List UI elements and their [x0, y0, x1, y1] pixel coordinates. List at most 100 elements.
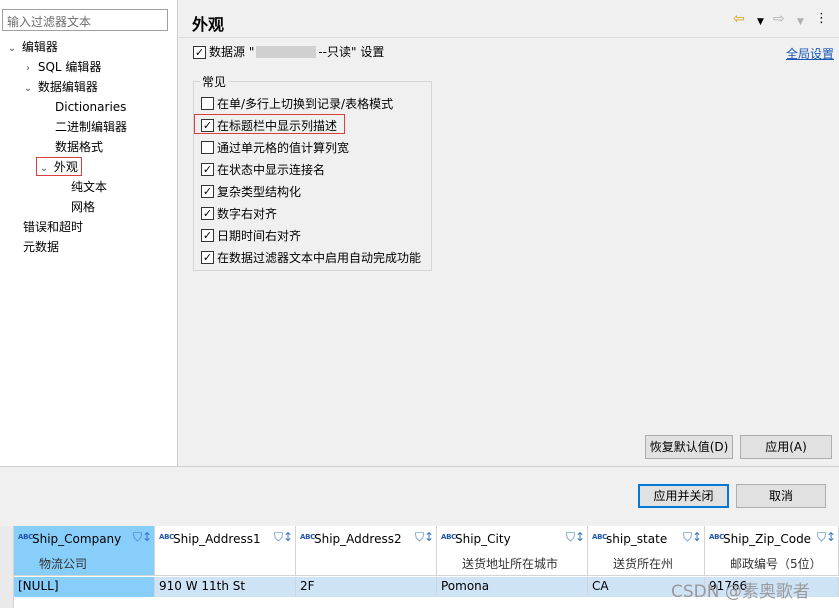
datasource-label-prefix: 数据源 ": [209, 45, 255, 59]
chevron-down-icon[interactable]: ▼: [757, 14, 764, 30]
divider: [0, 466, 839, 467]
tree-item-data-format[interactable]: 数据格式: [55, 138, 103, 156]
table-cell[interactable]: [NULL]: [14, 577, 155, 597]
option-checkbox[interactable]: ✓: [201, 229, 214, 242]
column-name: Ship_Address1: [173, 532, 261, 546]
page-title: 外观: [192, 15, 225, 34]
cell-value: CA: [592, 579, 609, 593]
table-cell[interactable]: 2F: [296, 577, 437, 597]
option-label: 在数据过滤器文本中启用自动完成功能: [217, 251, 422, 265]
option-checkbox[interactable]: [201, 97, 214, 110]
tree-item-label: 数据格式: [55, 140, 104, 154]
column-name: Ship_Company: [32, 532, 122, 546]
column-header[interactable]: ABC Ship_Zip_Code ⛉↕ 邮政编号（5位）: [705, 526, 839, 576]
arrow-right-icon[interactable]: ⇨: [773, 11, 785, 27]
row-header-strip: [0, 526, 14, 608]
column-name: Ship_Address2: [314, 532, 402, 546]
chevron-right-icon[interactable]: ›: [22, 60, 34, 78]
tree-item-sql-editor[interactable]: › SQL 编辑器: [22, 58, 101, 76]
tree-item-grid[interactable]: 网格: [71, 198, 95, 216]
column-description: 邮政编号（5位）: [730, 557, 822, 571]
cell-value: 2F: [300, 579, 315, 593]
chevron-down-icon[interactable]: ⌄: [22, 80, 34, 98]
apply-button[interactable]: 应用(A): [740, 435, 832, 459]
option-checkbox[interactable]: ✓: [201, 119, 214, 132]
redacted-datasource-name: [256, 46, 317, 58]
cancel-button[interactable]: 取消: [736, 484, 826, 508]
option-checkbox[interactable]: ✓: [201, 163, 214, 176]
column-header[interactable]: ABC ship_state ⛉↕ 送货所在州: [588, 526, 705, 576]
option-label: 日期时间右对齐: [217, 229, 302, 243]
tree-item-metadata[interactable]: 元数据: [23, 238, 59, 256]
filter-input[interactable]: 输入过滤器文本: [2, 9, 168, 31]
option-label: 在单/多行上切换到记录/表格模式: [217, 97, 394, 111]
tree-item-label: Dictionaries: [55, 100, 127, 114]
tree-item-label: SQL 编辑器: [37, 60, 102, 74]
option-label: 在状态中显示连接名: [217, 163, 326, 177]
column-name: Ship_Zip_Code: [723, 532, 812, 546]
text-type-icon: ABC: [709, 533, 724, 541]
column-header[interactable]: ABC Ship_Address2 ⛉↕: [296, 526, 437, 576]
more-vertical-icon[interactable]: ⋮: [815, 11, 828, 27]
global-settings-link[interactable]: 全局设置: [786, 45, 834, 62]
column-description: 送货地址所在城市: [462, 557, 559, 571]
divider: [179, 37, 839, 38]
datasource-settings-checkbox[interactable]: ✓: [193, 46, 206, 59]
tree-item-dictionaries[interactable]: Dictionaries: [55, 98, 126, 116]
tree-item-errors-timeouts[interactable]: 错误和超时: [23, 218, 83, 236]
tree-item-label: 元数据: [23, 240, 60, 254]
group-title: 常见: [200, 73, 229, 90]
text-type-icon: ABC: [159, 533, 174, 541]
tree-item-binary-editor[interactable]: 二进制编辑器: [55, 118, 127, 136]
tree-item-plain-text[interactable]: 纯文本: [71, 178, 107, 196]
column-header[interactable]: ABC Ship_Company ⛉↕ 物流公司: [14, 526, 155, 576]
column-header[interactable]: ABC Ship_City ⛉↕ 送货地址所在城市: [437, 526, 588, 576]
tree-item-editor[interactable]: ⌄ 编辑器: [6, 38, 58, 56]
datasource-label-suffix: --只读" 设置: [318, 45, 385, 59]
filter-icon[interactable]: ⛉↕: [817, 530, 836, 545]
restore-defaults-button[interactable]: 恢复默认值(D): [645, 435, 733, 459]
watermark: CSDN @素奥歌者: [671, 582, 810, 602]
tree-item-label: 二进制编辑器: [55, 120, 128, 134]
filter-icon[interactable]: ⛉↕: [683, 530, 702, 545]
text-type-icon: ABC: [18, 533, 33, 541]
preferences-window: { "filter": { "placeholder": "输入过滤器文本" }…: [0, 0, 839, 608]
chevron-down-icon[interactable]: ▼: [797, 14, 804, 30]
cell-value: 910 W 11th St: [159, 579, 246, 593]
filter-icon[interactable]: ⛉↕: [415, 530, 434, 545]
text-type-icon: ABC: [592, 533, 607, 541]
cell-value: [NULL]: [18, 579, 59, 593]
option-label: 通过单元格的值计算列宽: [217, 141, 350, 155]
tree-item-label: 错误和超时: [23, 220, 84, 234]
cell-value: Pomona: [441, 579, 490, 593]
column-name: ship_state: [606, 532, 668, 546]
tree-item-label: 数据编辑器: [37, 80, 98, 94]
highlight-box: [36, 157, 82, 176]
option-label: 在标题栏中显示列描述: [217, 119, 338, 133]
column-description: 物流公司: [39, 557, 88, 571]
filter-icon[interactable]: ⛉↕: [566, 530, 585, 545]
option-label: 复杂类型结构化: [217, 185, 302, 199]
option-checkbox[interactable]: [201, 141, 214, 154]
tree-item-data-editor[interactable]: ⌄ 数据编辑器: [22, 78, 98, 96]
filter-icon[interactable]: ⛉↕: [274, 530, 293, 545]
tree-item-label: 网格: [71, 200, 96, 214]
option-checkbox[interactable]: ✓: [201, 251, 214, 264]
preferences-tree-panel: 输入过滤器文本 ⌄ 编辑器 › SQL 编辑器 ⌄ 数据编辑器 Dictiona…: [0, 0, 178, 466]
apply-and-close-button[interactable]: 应用并关闭: [638, 484, 729, 508]
text-type-icon: ABC: [300, 533, 315, 541]
option-checkbox[interactable]: ✓: [201, 185, 214, 198]
column-name: Ship_City: [455, 532, 511, 546]
filter-icon[interactable]: ⛉↕: [133, 530, 152, 545]
column-header[interactable]: ABC Ship_Address1 ⛉↕: [155, 526, 296, 576]
column-description: 送货所在州: [613, 557, 674, 571]
text-type-icon: ABC: [441, 533, 456, 541]
option-label: 数字右对齐: [217, 207, 278, 221]
option-checkbox[interactable]: ✓: [201, 207, 214, 220]
datasource-settings-label: 数据源 " --只读" 设置: [209, 44, 384, 60]
tree-item-label: 纯文本: [71, 180, 108, 194]
arrow-left-icon[interactable]: ⇦: [733, 11, 745, 27]
chevron-down-icon[interactable]: ⌄: [6, 40, 18, 58]
table-cell[interactable]: Pomona: [437, 577, 588, 597]
table-cell[interactable]: 910 W 11th St: [155, 577, 296, 597]
